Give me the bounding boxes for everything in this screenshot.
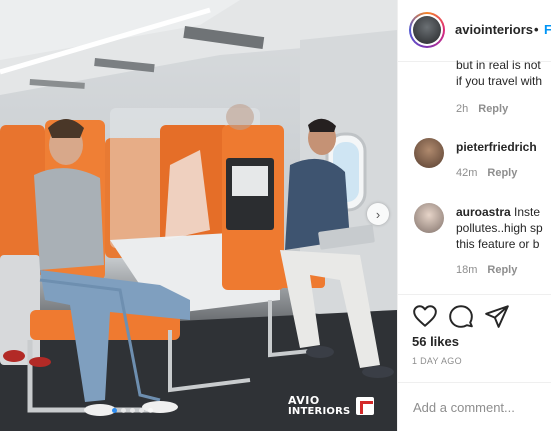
follow-button[interactable]: F [544,22,551,37]
comment-line: but in real is not [456,58,541,72]
commenter-avatar[interactable] [414,138,444,168]
carousel-dot [148,408,153,413]
comment-time: 18m [456,264,478,276]
post-sidebar: aviointeriors • F but in real is not if … [397,0,551,431]
header-separator: • [534,22,539,37]
chevron-right-icon: › [375,206,381,222]
add-comment-input[interactable] [413,398,551,416]
avatar[interactable] [409,12,445,48]
post-photo[interactable]: › AVIO INTERIORS [0,0,397,431]
reply-button[interactable]: Reply [487,264,517,276]
carousel-dot [121,408,126,413]
brand-line2: INTERIORS [288,406,351,417]
heart-icon[interactable] [412,303,438,329]
reply-button[interactable]: Reply [487,167,517,179]
post-header: aviointeriors • F [398,0,551,62]
reply-button[interactable]: Reply [478,103,508,115]
comment-line: if you travel with [456,74,543,88]
brand-wordmark: AVIO INTERIORS [288,395,350,417]
comment-meta: 42m Reply [456,167,517,179]
brand-line1: AVIO [288,394,320,407]
carousel-dot [112,408,117,413]
cabin-illustration [0,0,397,431]
comment-icon[interactable] [448,303,474,329]
comment-body: auroastra Inste [456,204,540,220]
carousel-next-button[interactable]: › [367,203,389,225]
avatar-image [413,16,441,44]
paper-plane-icon[interactable] [484,303,510,329]
post-timestamp[interactable]: 1 DAY AGO [412,356,462,366]
comment-line: this feature or b [456,237,540,251]
commenter-avatar[interactable] [414,203,444,233]
comment-username[interactable]: pieterfriedrich [456,140,537,154]
comment-username[interactable]: auroastra [456,205,511,219]
carousel-indicator [112,408,153,413]
comment-text-start: Inste [514,205,541,219]
header-username[interactable]: aviointeriors [455,22,533,37]
comment-line: pollutes..high sp [456,221,543,235]
brand-logo-icon [356,397,375,415]
comment-list: but in real is not if you travel with 2h… [398,58,551,294]
comment-body: pieterfriedrich [456,139,537,155]
post-actions: 56 likes 1 DAY AGO [398,294,551,394]
brand-watermark: AVIO INTERIORS [288,395,375,417]
comment-time: 2h [456,103,469,115]
avatar-inner [411,14,443,46]
like-count[interactable]: 56 likes [412,334,459,349]
comment-meta: 2h Reply [456,103,508,115]
add-comment-bar [398,382,551,431]
carousel-dot [139,408,144,413]
comment-meta: 18m Reply [456,264,517,276]
carousel-dot [130,408,135,413]
comment-time: 42m [456,167,478,179]
